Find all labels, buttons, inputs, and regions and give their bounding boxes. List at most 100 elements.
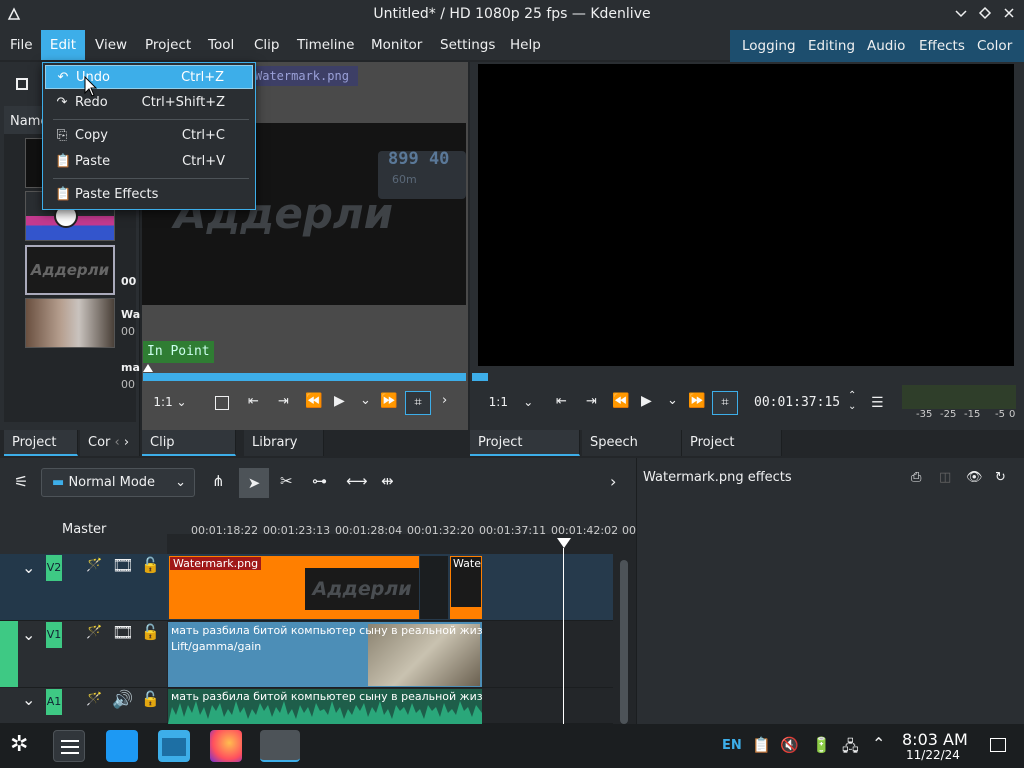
menu-item-paste-effects[interactable]: 📋 Paste Effects <box>45 183 253 207</box>
clip-set-in-icon[interactable]: ⇤ <box>248 394 259 409</box>
menu-tool[interactable]: Tool <box>201 30 241 60</box>
timeline-playhead-line[interactable] <box>563 548 564 724</box>
app-launcher-icon[interactable]: ✲ <box>10 732 28 757</box>
discover-store-icon[interactable] <box>106 730 138 762</box>
chevron-left-icon[interactable]: ‹ <box>115 435 120 450</box>
layout-effects[interactable]: Effects <box>919 30 965 62</box>
clip-play-options-icon[interactable]: ⌄ <box>360 393 371 408</box>
clip-rewind-icon[interactable]: ⏪ <box>305 393 322 409</box>
menu-file[interactable]: File <box>3 30 40 60</box>
menu-item-redo[interactable]: ↷ Redo Ctrl+Shift+Z <box>45 91 253 115</box>
menu-view[interactable]: View <box>88 30 134 60</box>
project-play-icon[interactable]: ▶ <box>641 393 652 409</box>
bin-clip-thumb-3[interactable]: Аддерли <box>25 245 115 295</box>
layout-logging[interactable]: Logging <box>742 30 796 62</box>
clip-v1-main[interactable]: мать разбила битой компьютер сыну в реал… <box>168 622 482 687</box>
clip-crop-icon[interactable]: ⌗ <box>405 391 431 415</box>
timeline-settings-icon[interactable]: ⚟ <box>14 472 28 491</box>
project-timecode[interactable]: 00:01:37:15 <box>754 395 840 410</box>
save-effect-icon[interactable]: ⎙ <box>911 470 921 485</box>
eye-icon[interactable]: 👁 <box>966 470 983 485</box>
bin-clip-thumb-4[interactable] <box>25 298 115 348</box>
project-crop-icon[interactable]: ⌗ <box>712 391 738 415</box>
layout-audio[interactable]: Audio <box>867 30 905 62</box>
project-set-out-icon[interactable]: ⇥ <box>586 394 597 409</box>
speaker-icon[interactable]: 🔊 <box>112 690 133 710</box>
lock-icon[interactable]: 🔓 <box>141 556 160 574</box>
project-monitor-video[interactable] <box>478 64 1014 366</box>
timecode-spinner[interactable]: ⌃ ⌄ <box>848 390 856 412</box>
clock-date[interactable]: 11/22/24 <box>906 748 960 762</box>
clip-fullscreen-icon[interactable] <box>215 396 229 410</box>
layout-editing[interactable]: Editing <box>808 30 855 62</box>
show-desktop-icon[interactable] <box>990 738 1006 752</box>
project-play-options-icon[interactable]: ⌄ <box>667 393 678 408</box>
clock-time[interactable]: 8:03 AM <box>902 730 968 749</box>
track-effects-icon[interactable]: 🪄 <box>86 692 102 707</box>
tab-speech-editor[interactable]: Speech Editor <box>582 430 682 476</box>
firefox-icon[interactable] <box>210 730 242 762</box>
toolbar-more-icon[interactable]: › <box>610 472 616 491</box>
network-icon[interactable]: 🖧 <box>842 736 859 761</box>
menu-monitor[interactable]: Monitor <box>364 30 429 60</box>
track-name-v2[interactable]: V2 <box>46 555 62 581</box>
clip-set-out-icon[interactable]: ⇥ <box>278 394 289 409</box>
track-body-v2[interactable]: Watermark.png Аддерли Wate <box>167 554 613 621</box>
project-rewind-icon[interactable]: ⏪ <box>612 393 629 409</box>
slip-tool-icon[interactable]: ⇹ <box>381 472 394 490</box>
clip-a1-main[interactable]: мать разбила битой компьютер сыну в реал… <box>168 689 482 724</box>
clip-watermark-b[interactable]: Wate <box>450 556 482 619</box>
file-manager-icon[interactable] <box>158 730 190 762</box>
tab-compositions[interactable]: Cor ‹ › <box>80 430 140 456</box>
selection-tool-icon[interactable]: ➤ <box>239 468 269 498</box>
track-header-v1[interactable]: ⌄ V1 🪄 🎞 🔓 <box>18 621 167 688</box>
clip-more-icon[interactable]: › <box>442 393 447 408</box>
reset-effect-icon[interactable]: ↻ <box>995 470 1006 485</box>
menu-timeline[interactable]: Timeline <box>290 30 361 60</box>
mode-select[interactable]: ▬ Normal Mode ⌄ <box>41 468 195 497</box>
lock-icon[interactable]: 🔓 <box>141 623 160 641</box>
clip-forward-icon[interactable]: ⏩ <box>380 393 397 409</box>
tab-project-monitor[interactable]: Project Monitor <box>470 430 580 476</box>
project-forward-icon[interactable]: ⏩ <box>688 393 705 409</box>
maximize-button[interactable] <box>976 6 994 24</box>
track-name-v1[interactable]: V1 <box>46 622 62 648</box>
clip-monitor-ruler[interactable] <box>143 373 466 381</box>
tab-library[interactable]: Library <box>244 430 324 456</box>
razor-tool-icon[interactable]: ✂ <box>280 472 293 490</box>
project-zoom-select[interactable]: 1:1 ⌄ <box>486 390 536 414</box>
minimize-button[interactable] <box>952 6 970 24</box>
track-target-v1[interactable] <box>0 621 18 687</box>
close-button[interactable] <box>1000 6 1018 24</box>
timeline-scrollbar[interactable] <box>620 560 628 724</box>
track-body-a1[interactable]: мать разбила битой компьютер сыну в реал… <box>167 688 613 724</box>
keyboard-layout[interactable]: EN <box>722 738 742 753</box>
bin-toolbar-icon[interactable] <box>16 78 28 90</box>
clip-playhead[interactable] <box>143 364 153 372</box>
tab-project-bin[interactable]: Project ... <box>4 430 78 476</box>
track-effects-icon[interactable]: 🪄 <box>86 625 102 640</box>
track-effects-icon[interactable]: 🪄 <box>86 558 102 573</box>
track-header-v2[interactable]: ⌄ V2 🪄 🎞 🔓 <box>0 554 167 621</box>
menu-help[interactable]: Help <box>503 30 548 60</box>
clip-play-icon[interactable]: ▶ <box>334 393 345 409</box>
spacer-tool-icon[interactable]: ⊶ <box>312 472 327 490</box>
menu-settings[interactable]: Settings <box>433 30 502 60</box>
collapse-track-icon[interactable]: ⌄ <box>22 690 35 709</box>
film-icon[interactable]: 🎞 <box>112 556 134 576</box>
settings-app-icon[interactable] <box>53 730 85 762</box>
menu-project[interactable]: Project <box>138 30 198 60</box>
film-icon[interactable]: 🎞 <box>112 623 134 643</box>
lock-icon[interactable]: 🔓 <box>141 690 160 708</box>
layout-color[interactable]: Color <box>977 30 1012 62</box>
collapse-track-icon[interactable]: ⌄ <box>22 625 35 644</box>
battery-icon[interactable]: 🔋 <box>812 736 831 754</box>
project-set-in-icon[interactable]: ⇤ <box>556 394 567 409</box>
timeline-playhead-marker[interactable] <box>557 538 571 548</box>
track-name-a1[interactable]: A1 <box>46 689 62 715</box>
multitrack-tool-icon[interactable]: ⋔ <box>212 472 225 490</box>
project-monitor-ruler[interactable] <box>470 372 1024 382</box>
hamburger-menu-icon[interactable]: ☰ <box>871 395 884 411</box>
menu-item-undo[interactable]: ↶ Undo Ctrl+Z <box>45 65 253 89</box>
menu-item-paste[interactable]: 📋 Paste Ctrl+V <box>45 150 253 174</box>
